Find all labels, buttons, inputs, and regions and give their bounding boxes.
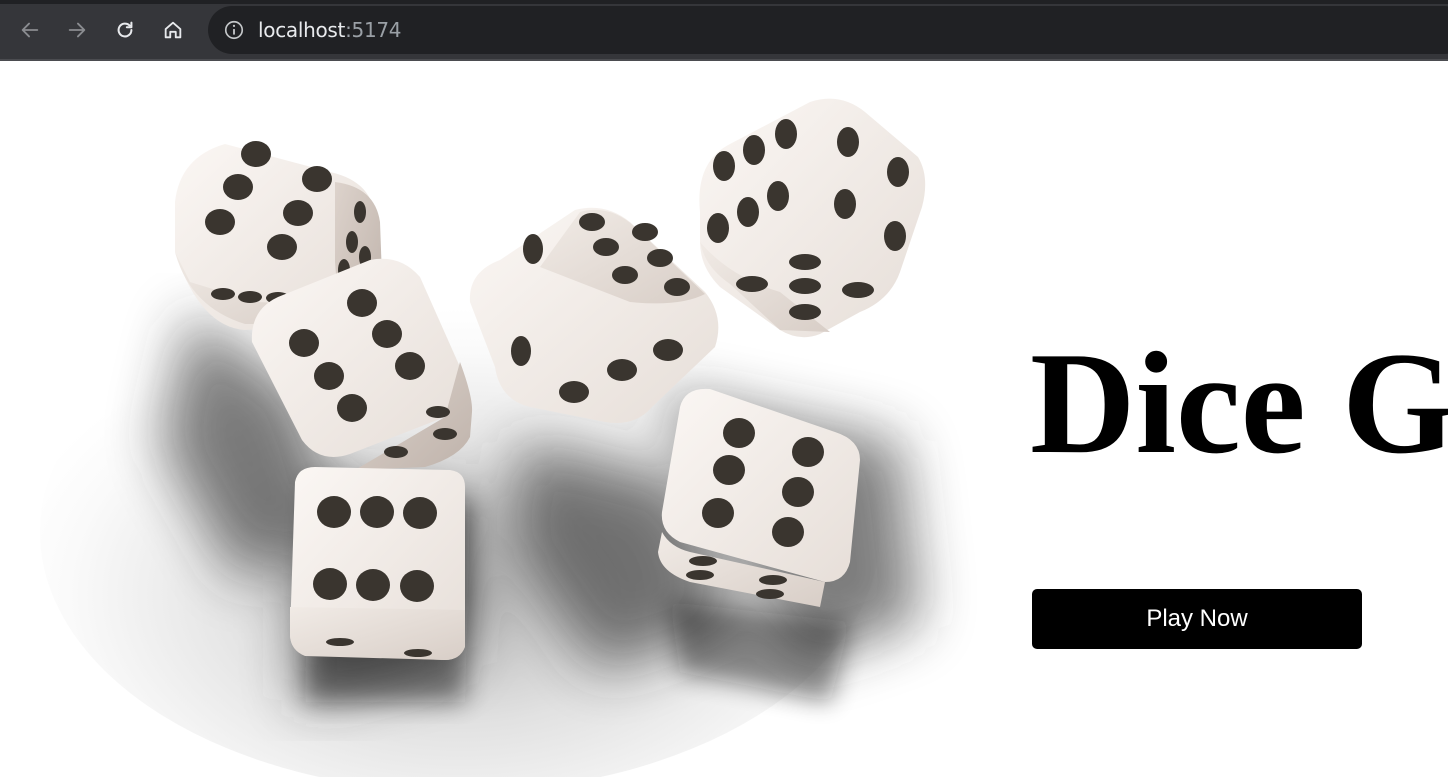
die-bottom-left — [290, 467, 465, 660]
reload-icon — [117, 21, 133, 38]
url-text: localhost:5174 — [258, 18, 402, 42]
forward-button[interactable] — [61, 14, 93, 46]
arrow-left-icon — [21, 22, 39, 38]
dice-hero-image — [40, 62, 1030, 777]
info-icon[interactable] — [223, 19, 245, 41]
dice-illustration — [40, 98, 926, 777]
play-now-button[interactable]: Play Now — [1032, 589, 1362, 649]
address-bar[interactable]: localhost:5174 — [208, 6, 1448, 54]
back-button[interactable] — [14, 14, 46, 46]
arrow-right-icon — [68, 22, 86, 38]
tab-strip-edge — [0, 0, 1448, 4]
die-top-right — [699, 98, 926, 338]
url-host: localhost — [258, 18, 346, 42]
home-button[interactable] — [157, 14, 189, 46]
url-port: :5174 — [345, 18, 402, 42]
home-icon — [164, 21, 182, 39]
browser-toolbar: localhost:5174 — [0, 0, 1448, 61]
reload-button[interactable] — [109, 14, 141, 46]
page-title: Dice G — [1030, 322, 1448, 484]
